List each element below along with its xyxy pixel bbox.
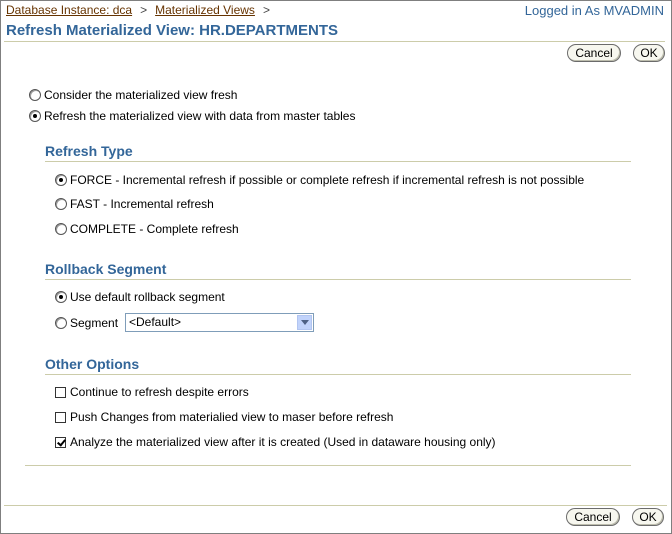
refresh-force-radio[interactable] bbox=[55, 174, 67, 186]
analyze-checkbox[interactable] bbox=[55, 436, 66, 448]
refresh-fast-radio[interactable] bbox=[55, 198, 67, 210]
page-title: Refresh Materialized View: HR.DEPARTMENT… bbox=[6, 22, 339, 39]
cancel-button-bottom[interactable]: Cancel bbox=[566, 508, 620, 526]
breadcrumb-separator: > bbox=[140, 3, 148, 17]
logged-in-user: Logged in As MVADMIN bbox=[524, 3, 664, 18]
refresh-complete-radio[interactable] bbox=[55, 223, 67, 235]
refresh-from-master-label: Refresh the materialized view with data … bbox=[44, 109, 356, 123]
segment-label: Segment bbox=[70, 316, 119, 330]
other-options-divider bbox=[45, 374, 631, 375]
ok-button-bottom[interactable]: OK bbox=[632, 508, 664, 526]
refresh-complete-option[interactable]: COMPLETE - Complete refresh bbox=[55, 222, 239, 236]
segment-option[interactable]: Segment bbox=[55, 316, 118, 330]
use-default-rollback-label: Use default rollback segment bbox=[70, 290, 225, 304]
refresh-fast-label: FAST - Incremental refresh bbox=[70, 197, 214, 211]
consider-fresh-label: Consider the materialized view fresh bbox=[44, 88, 238, 102]
refresh-force-option[interactable]: FORCE - Incremental refresh if possible … bbox=[55, 173, 584, 187]
segment-select[interactable]: <Default> bbox=[125, 313, 314, 332]
refresh-from-master-radio[interactable] bbox=[29, 110, 41, 122]
push-changes-option[interactable]: Push Changes from materialied view to ma… bbox=[55, 410, 393, 424]
segment-radio[interactable] bbox=[55, 317, 67, 329]
use-default-rollback-option[interactable]: Use default rollback segment bbox=[55, 290, 225, 304]
footer-divider bbox=[4, 505, 667, 506]
continue-despite-errors-option[interactable]: Continue to refresh despite errors bbox=[55, 385, 249, 399]
breadcrumb-materialized-views[interactable]: Materialized Views bbox=[155, 3, 255, 17]
continue-despite-errors-checkbox[interactable] bbox=[55, 386, 66, 398]
refresh-fast-option[interactable]: FAST - Incremental refresh bbox=[55, 197, 214, 211]
refresh-type-heading: Refresh Type bbox=[45, 143, 133, 159]
rollback-segment-heading: Rollback Segment bbox=[45, 261, 167, 277]
breadcrumb: Database Instance: dca > Materialized View… bbox=[6, 3, 278, 17]
refresh-from-master-option[interactable]: Refresh the materialized view with data … bbox=[29, 109, 355, 123]
segment-select-value: <Default> bbox=[129, 315, 182, 329]
rollback-segment-divider bbox=[45, 279, 631, 280]
ok-button[interactable]: OK bbox=[633, 44, 665, 62]
consider-fresh-option[interactable]: Consider the materialized view fresh bbox=[29, 88, 237, 102]
use-default-rollback-radio[interactable] bbox=[55, 291, 67, 303]
cancel-button[interactable]: Cancel bbox=[567, 44, 621, 62]
analyze-option[interactable]: Analyze the materialized view after it i… bbox=[55, 435, 496, 449]
continue-despite-errors-label: Continue to refresh despite errors bbox=[70, 385, 249, 399]
analyze-label: Analyze the materialized view after it i… bbox=[70, 435, 496, 449]
content-bottom-divider bbox=[25, 465, 631, 466]
breadcrumb-database-instance[interactable]: Database Instance: dca bbox=[6, 3, 132, 17]
push-changes-checkbox[interactable] bbox=[55, 411, 66, 423]
push-changes-label: Push Changes from materialied view to ma… bbox=[70, 410, 394, 424]
consider-fresh-radio[interactable] bbox=[29, 89, 41, 101]
refresh-type-divider bbox=[45, 161, 631, 162]
refresh-force-label: FORCE - Incremental refresh if possible … bbox=[70, 173, 585, 187]
chevron-down-icon[interactable] bbox=[297, 315, 312, 330]
other-options-heading: Other Options bbox=[45, 356, 140, 372]
breadcrumb-separator: > bbox=[262, 3, 270, 17]
title-divider bbox=[4, 41, 665, 42]
refresh-complete-label: COMPLETE - Complete refresh bbox=[70, 222, 239, 236]
